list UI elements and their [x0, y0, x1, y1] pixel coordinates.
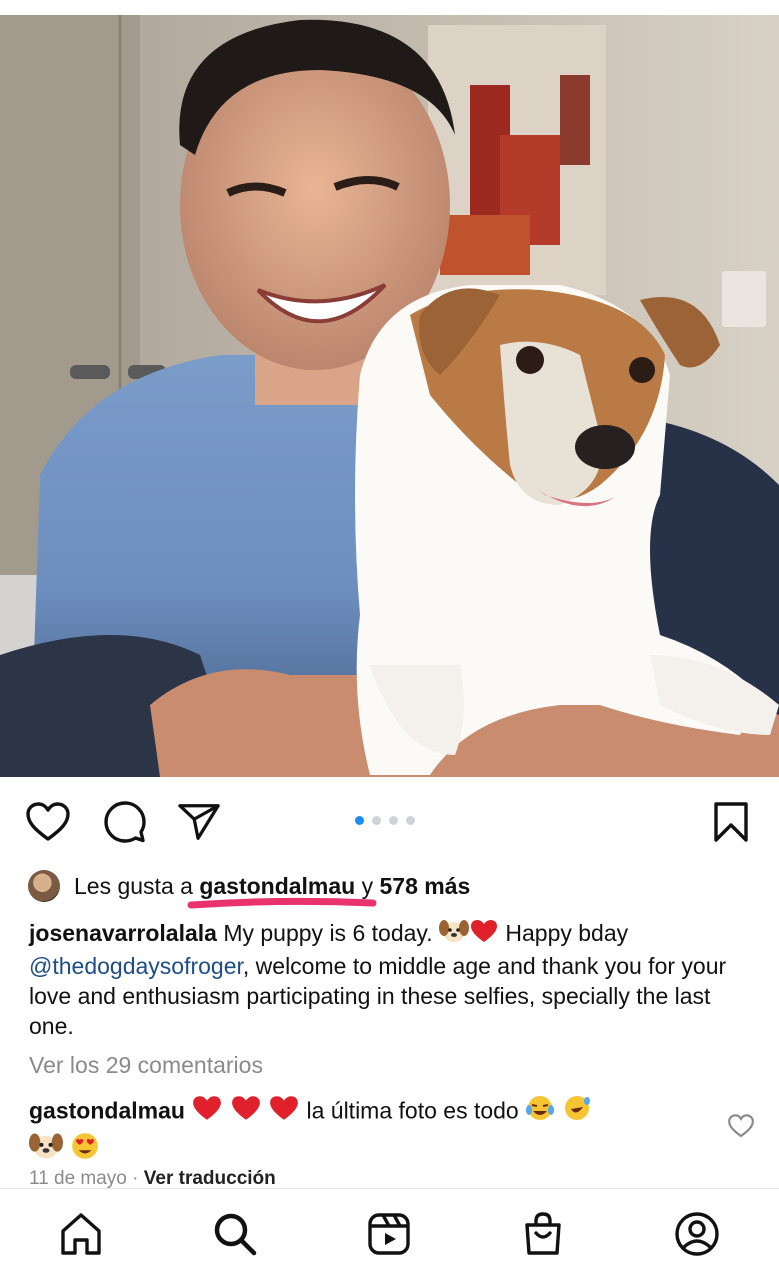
rolling-laughing-emoji-icon	[562, 1094, 592, 1131]
likes-prefix: Les gusta a	[74, 872, 193, 899]
reels-icon	[368, 1213, 410, 1255]
comment-like-button[interactable]	[728, 1114, 754, 1140]
post-date: 11 de mayo	[29, 1168, 127, 1188]
likes-summary: Les gusta a gastondalmau y 578 más	[28, 868, 471, 908]
caption-text-2: Happy bday	[505, 920, 629, 946]
paper-plane-icon	[178, 804, 220, 840]
red-heart-icon	[268, 1094, 300, 1131]
tab-shop[interactable]	[518, 1209, 568, 1259]
meta-separator: ·	[132, 1168, 139, 1188]
comment-button[interactable]	[103, 800, 147, 844]
likes-others-count[interactable]: 578 más	[380, 873, 471, 900]
carousel-indicator	[355, 816, 415, 825]
post-action-bar	[0, 790, 779, 852]
like-button[interactable]	[26, 800, 70, 844]
dog-emoji-icon	[438, 918, 469, 951]
red-heart-icon	[191, 1094, 223, 1131]
save-button[interactable]	[709, 800, 753, 844]
profile-icon	[675, 1212, 719, 1256]
bookmark-icon	[714, 802, 748, 842]
post-photo[interactable]	[0, 15, 779, 777]
heart-icon	[26, 802, 70, 841]
carousel-dot	[372, 816, 381, 825]
highlight-underline	[187, 897, 377, 908]
tears-of-joy-emoji-icon	[525, 1094, 555, 1131]
caption-text-1: My puppy is 6 today.	[223, 920, 433, 946]
top-comment: gastondalmau la última foto es todo	[29, 1094, 719, 1170]
shop-icon	[525, 1212, 561, 1255]
caption-username[interactable]: josenavarrolalala	[29, 920, 217, 946]
comment-username[interactable]: gastondalmau	[29, 1098, 185, 1124]
tab-profile[interactable]	[672, 1209, 722, 1259]
heart-icon	[728, 1114, 754, 1138]
search-icon	[214, 1213, 257, 1256]
home-icon	[61, 1213, 101, 1255]
translate-link[interactable]: Ver traducción	[144, 1168, 276, 1188]
post-caption: josenavarrolalala My puppy is 6 today. H…	[29, 918, 749, 1041]
carousel-dot	[406, 816, 415, 825]
share-button[interactable]	[177, 800, 221, 844]
tab-reels[interactable]	[364, 1209, 414, 1259]
bottom-tab-bar	[0, 1188, 779, 1281]
carousel-dot-active	[355, 816, 364, 825]
tab-home[interactable]	[56, 1209, 106, 1259]
likes-connector: y	[361, 872, 374, 899]
tab-search[interactable]	[210, 1209, 260, 1259]
view-all-comments-link[interactable]: Ver los 29 comentarios	[29, 1052, 263, 1079]
red-heart-icon	[469, 918, 499, 951]
carousel-dot	[389, 816, 398, 825]
comment-bubble-icon	[104, 801, 146, 843]
comment-meta: 11 de mayo · Ver traducción	[29, 1168, 276, 1188]
caption-mention-link[interactable]: @thedogdaysofroger	[29, 953, 243, 979]
man-with-dog-photo	[0, 15, 779, 777]
liker-username[interactable]: gastondalmau	[187, 872, 377, 908]
red-heart-icon	[230, 1094, 262, 1131]
liker-avatar[interactable]	[28, 870, 60, 902]
comment-text: la última foto es todo	[306, 1097, 519, 1124]
liker-username-text: gastondalmau	[199, 872, 356, 899]
dog-emoji-icon	[29, 1131, 63, 1170]
heart-eyes-emoji-icon	[69, 1131, 101, 1170]
